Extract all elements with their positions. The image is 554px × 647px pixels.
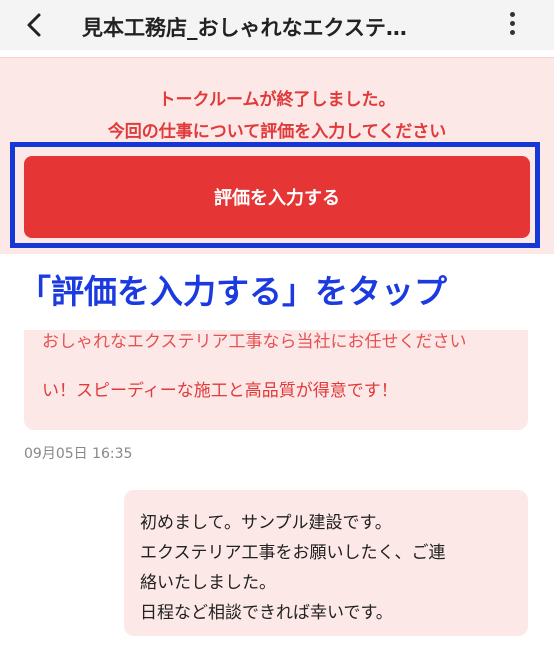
received-message-line: い！スピーディーな施工と高品質が得意です！ — [42, 381, 398, 401]
sent-message-line: 日程など相談できれば幸いです。 — [140, 603, 393, 623]
received-message-bubble: おしゃれなエクステリア工事なら当社にお任せください い！スピーディーな施工と高品… — [24, 330, 528, 430]
sent-message-line: 初めまして。サンプル建設です。 — [140, 513, 392, 533]
notice-line-2: 今回の仕事について評価を入力してください — [107, 122, 447, 142]
instruction-caption: 「評価を入力する」をタップ — [18, 272, 447, 311]
chat-area[interactable]: おしゃれなエクステリア工事なら当社にお任せください い！スピーディーな施工と高品… — [0, 330, 554, 647]
app-header: 見本工務店_おしゃれなエクステ… — [0, 0, 554, 50]
vertical-ellipsis-icon — [502, 12, 522, 35]
back-button[interactable] — [22, 12, 48, 38]
received-message-clipped-line: おしゃれなエクステリア工事なら当社にお任せください — [42, 332, 467, 352]
chevron-left-icon — [27, 13, 41, 37]
sent-message-line: 絡いたしました。 — [140, 573, 276, 593]
enter-evaluation-button[interactable]: 評価を入力する — [24, 156, 530, 238]
sent-message-line: エクステリア工事をお願いしたく、ご連 — [140, 543, 446, 563]
more-menu-button[interactable] — [502, 10, 522, 40]
sent-message-bubble: 初めまして。サンプル建設です。 エクステリア工事をお願いしたく、ご連 絡いたしま… — [124, 490, 528, 636]
page-title: 見本工務店_おしゃれなエクステ… — [82, 16, 407, 40]
message-timestamp: 09月05日 16:35 — [24, 446, 133, 462]
notice-line-1: トークルームが終了しました。 — [158, 90, 396, 110]
